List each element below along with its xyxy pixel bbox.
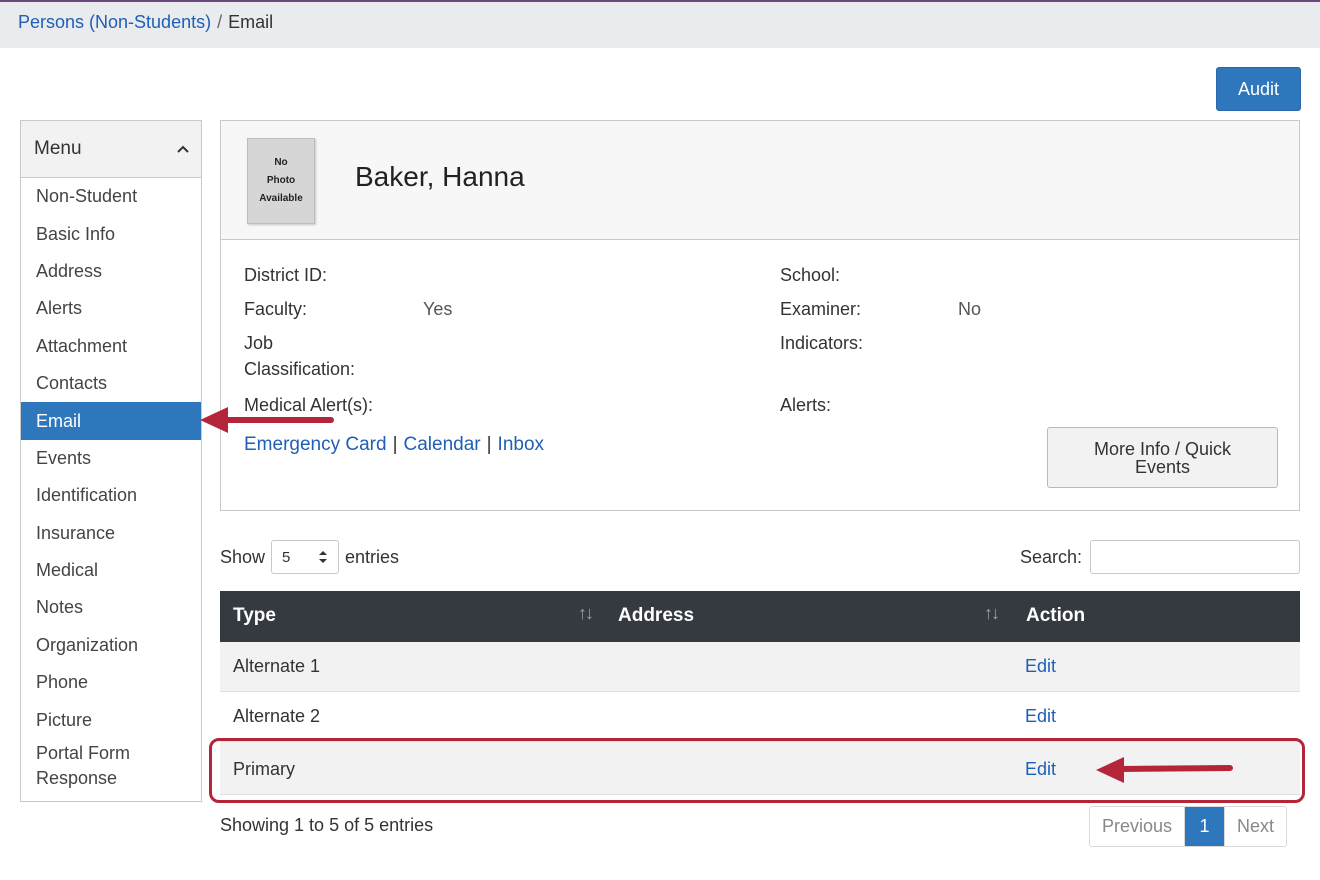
emergency-card-link[interactable]: Emergency Card — [244, 434, 387, 455]
menu-item-identification[interactable]: Identification — [21, 477, 201, 514]
more-info-button[interactable]: More Info / Quick Events — [1047, 427, 1278, 488]
column-header-address[interactable]: Address — [618, 605, 694, 627]
alerts-label: Alerts: — [780, 395, 832, 415]
menu-list: Non-Student Basic Info Address Alerts At… — [21, 178, 201, 791]
photo-text-line: Photo — [266, 175, 296, 186]
table-row: Alternate 1 Edit — [220, 642, 1300, 692]
table-row: Alternate 2 Edit — [220, 692, 1300, 742]
menu-item-portal-form-response[interactable]: Portal Form Response — [21, 739, 201, 791]
edit-link[interactable]: Edit — [1025, 706, 1056, 727]
menu-item-attachment[interactable]: Attachment — [21, 328, 201, 365]
next-page-button[interactable]: Next — [1224, 807, 1287, 846]
menu-header[interactable]: Menu — [21, 121, 201, 178]
show-label: Show — [220, 546, 266, 567]
examiner-value: No — [958, 299, 982, 319]
edit-link[interactable]: Edit — [1025, 656, 1056, 677]
sort-icon[interactable]: ↑↓ — [578, 603, 594, 624]
page-1-button[interactable]: 1 — [1185, 807, 1225, 846]
page-size-value: 5 — [282, 548, 291, 566]
job-label-line: Classification: — [244, 359, 356, 379]
page-size-control: Show 5 entries — [220, 540, 399, 574]
examiner-label: Examiner: — [780, 299, 862, 319]
breadcrumb-separator: / — [217, 12, 223, 32]
more-info-label-line: Events — [1134, 456, 1191, 477]
table-info: Showing 1 to 5 of 5 entries — [220, 815, 434, 835]
column-header-type[interactable]: Type — [233, 605, 276, 627]
pagination: Previous 1 Next — [1089, 806, 1288, 847]
calendar-link[interactable]: Calendar — [404, 434, 481, 455]
arrow-left-icon — [200, 407, 334, 433]
menu-item-medical[interactable]: Medical — [21, 552, 201, 589]
person-card-header: No Photo Available Baker, Hanna — [221, 121, 1299, 240]
photo-text-line: No — [274, 157, 288, 168]
photo-text-line: Available — [259, 193, 303, 204]
search-label: Search: — [1020, 546, 1083, 567]
previous-page-button[interactable]: Previous — [1090, 807, 1186, 846]
page-size-select[interactable]: 5 — [271, 540, 340, 574]
menu-item-alerts[interactable]: Alerts — [21, 290, 201, 327]
menu-item-basic-info[interactable]: Basic Info — [21, 215, 201, 252]
arrow-left-icon — [1096, 757, 1233, 783]
chevron-up-icon[interactable] — [177, 140, 189, 158]
menu-item-picture[interactable]: Picture — [21, 701, 201, 738]
breadcrumb-persons-link[interactable]: Persons (Non-Students) — [18, 12, 211, 32]
menu-item-notes[interactable]: Notes — [21, 589, 201, 626]
job-label-line: Job — [244, 333, 274, 353]
menu-item-organization[interactable]: Organization — [21, 627, 201, 664]
more-info-label-line: More Info / Quick — [1093, 438, 1232, 459]
job-classification-label: Job Classification: — [244, 330, 355, 382]
menu-item-phone[interactable]: Phone — [21, 664, 201, 701]
no-photo-placeholder: No Photo Available — [247, 138, 315, 224]
menu-item-non-student[interactable]: Non-Student — [21, 178, 201, 215]
menu-item-email[interactable]: Email — [21, 402, 201, 440]
breadcrumb: Persons (Non-Students) / Email — [0, 2, 1320, 48]
person-card: No Photo Available Baker, Hanna District… — [220, 120, 1300, 511]
menu-item-address[interactable]: Address — [21, 253, 201, 290]
menu-item-events[interactable]: Events — [21, 440, 201, 477]
side-menu: Menu Non-Student Basic Info Address Aler… — [20, 120, 202, 802]
link-separator: | — [392, 434, 398, 455]
quick-links: Emergency Card | Calendar | Inbox — [244, 434, 544, 456]
select-arrows-icon — [318, 550, 328, 564]
school-label: School: — [780, 265, 841, 285]
search-control: Search: — [1020, 540, 1301, 574]
faculty-label: Faculty: — [244, 299, 308, 319]
search-input[interactable] — [1090, 540, 1301, 574]
menu-item-insurance[interactable]: Insurance — [21, 515, 201, 552]
link-separator: | — [486, 434, 492, 455]
table-header: Type ↑↓ Address ↑↓ Action — [220, 591, 1300, 642]
column-header-action: Action — [1026, 605, 1086, 626]
audit-button[interactable]: Audit — [1216, 67, 1301, 111]
inbox-link[interactable]: Inbox — [498, 434, 544, 455]
menu-title: Menu — [34, 138, 82, 159]
entries-label: entries — [345, 546, 400, 567]
district-id-label: District ID: — [244, 265, 327, 285]
breadcrumb-current: Email — [228, 12, 274, 32]
faculty-value: Yes — [423, 299, 453, 319]
sort-icon[interactable]: ↑↓ — [984, 603, 1000, 624]
cell-type: Alternate 1 — [233, 656, 321, 676]
indicators-label: Indicators: — [780, 333, 864, 353]
person-name: Baker, Hanna — [355, 161, 525, 192]
cell-type: Alternate 2 — [233, 706, 321, 726]
menu-item-contacts[interactable]: Contacts — [21, 365, 201, 402]
